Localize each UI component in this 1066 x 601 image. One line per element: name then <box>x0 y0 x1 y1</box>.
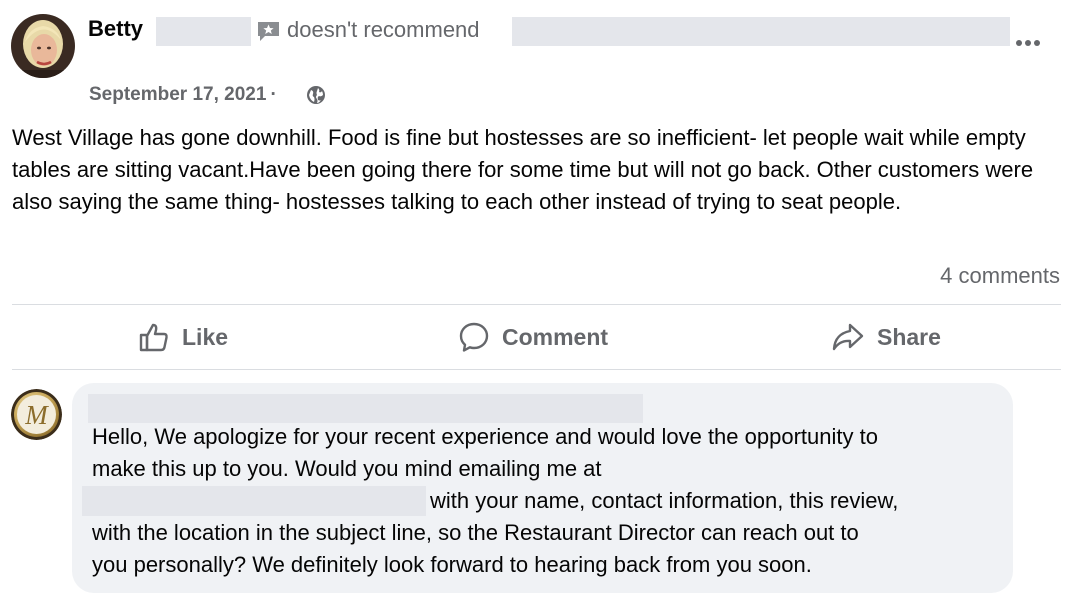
like-label: Like <box>182 323 229 350</box>
share-label: Share <box>877 323 941 350</box>
business-avatar[interactable]: M <box>11 389 62 440</box>
share-button[interactable]: Share <box>831 316 941 358</box>
post-date-text: September 17, 2021 <box>89 84 267 105</box>
recommend-icon <box>258 22 279 41</box>
comment-label: Comment <box>502 323 609 350</box>
review-body: West Village has gone downhill. Food is … <box>12 125 1034 214</box>
reply-line-4: with the location in the subject line, s… <box>92 520 859 545</box>
recommendation-status: doesn't recommend <box>287 17 480 42</box>
post-date[interactable]: September 17, 2021 · <box>89 84 279 106</box>
redacted-last-name <box>156 17 251 46</box>
date-separator: · <box>270 84 277 105</box>
comment-bubble-icon <box>459 322 489 352</box>
divider-top <box>12 304 1061 305</box>
reply-line-1: Hello, We apologize for your recent expe… <box>92 424 878 449</box>
reply-line-5: you personally? We definitely look forwa… <box>92 552 812 577</box>
divider-bottom <box>12 369 1061 370</box>
reviewer-avatar[interactable] <box>11 14 75 78</box>
redacted-email <box>82 486 426 516</box>
thumbs-up-icon <box>139 323 168 352</box>
share-arrow-icon <box>832 323 864 351</box>
like-button[interactable]: Like <box>138 316 228 358</box>
business-avatar-letter: M <box>24 400 49 430</box>
more-options-icon[interactable] <box>1016 33 1048 47</box>
reviewer-name[interactable]: Betty <box>88 16 143 42</box>
redacted-restaurant-name <box>512 17 1010 46</box>
redacted-business-name <box>88 394 643 423</box>
comments-count-link[interactable]: 4 comments <box>940 263 1060 289</box>
globe-icon <box>307 86 325 104</box>
comment-button[interactable]: Comment <box>458 316 608 358</box>
reply-line-2: make this up to you. Would you mind emai… <box>92 456 602 481</box>
